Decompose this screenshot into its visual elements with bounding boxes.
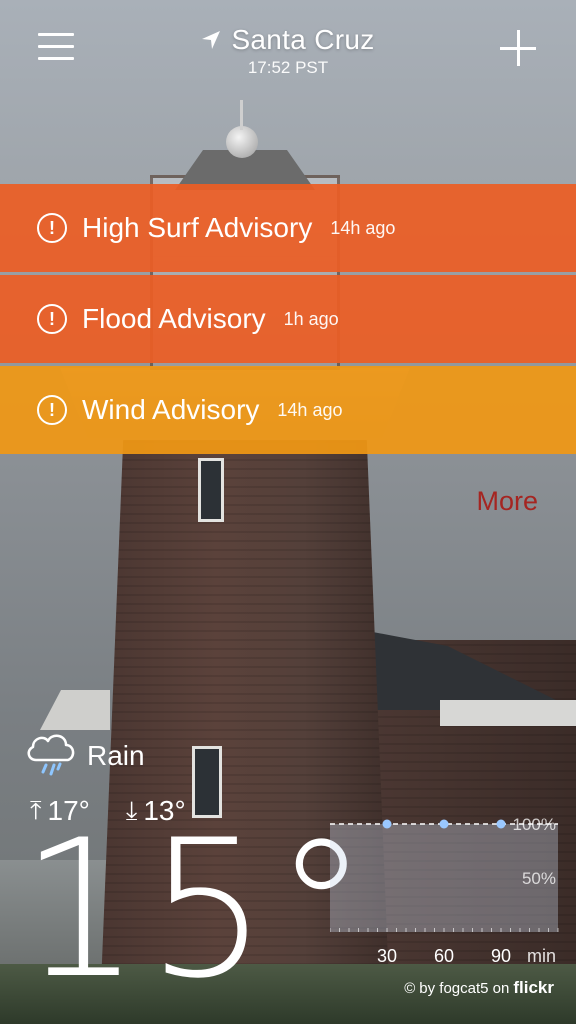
copyright-symbol: © xyxy=(404,979,416,997)
precip-x-tick-label: 90 xyxy=(491,946,511,966)
photo-credit[interactable]: © by fogcat5 on flickr xyxy=(404,978,554,998)
city-name: Santa Cruz xyxy=(231,24,375,55)
alert-circle-icon: ! xyxy=(37,213,67,243)
add-location-icon[interactable] xyxy=(500,30,536,66)
precipitation-chart[interactable]: 100% 50% 30 60 90 min xyxy=(330,800,576,990)
location-arrow-icon xyxy=(202,31,221,49)
alert-title: Wind Advisory xyxy=(82,394,260,425)
alert-time: 14h ago xyxy=(330,217,396,238)
alert-time: 1h ago xyxy=(283,308,339,329)
precip-x-tick-label: 30 xyxy=(377,946,397,966)
alert-circle-icon: ! xyxy=(37,304,67,334)
alert-high-surf[interactable]: ! High Surf Advisory 14h ago xyxy=(0,184,576,272)
alert-flood[interactable]: ! Flood Advisory 1h ago xyxy=(0,275,576,363)
precip-x-tick-label: 60 xyxy=(434,946,454,966)
alert-wind[interactable]: ! Wind Advisory 14h ago xyxy=(0,366,576,454)
location-header[interactable]: Santa Cruz 17:52 PST xyxy=(0,24,576,78)
alert-circle-icon: ! xyxy=(37,395,67,425)
precip-y-tick-label: 100% xyxy=(513,815,556,834)
condition-label: Rain xyxy=(87,740,145,771)
precip-point xyxy=(439,819,449,829)
precip-point xyxy=(382,819,392,829)
precip-y-tick-label: 50% xyxy=(522,869,556,888)
precip-point xyxy=(496,819,506,829)
current-temperature: 15° xyxy=(20,799,375,1020)
alert-time: 14h ago xyxy=(277,399,343,420)
alert-title: Flood Advisory xyxy=(82,303,266,334)
rain-cloud-icon xyxy=(27,734,75,776)
credit-text: by fogcat5 on xyxy=(419,979,510,997)
local-time: 17:52 PST xyxy=(247,58,329,77)
alert-title: High Surf Advisory xyxy=(82,212,313,243)
precip-x-unit: min xyxy=(527,946,556,966)
more-alerts-link[interactable]: More xyxy=(476,486,538,517)
flickr-brand: flickr xyxy=(513,978,554,997)
current-condition: Rain xyxy=(24,730,145,776)
